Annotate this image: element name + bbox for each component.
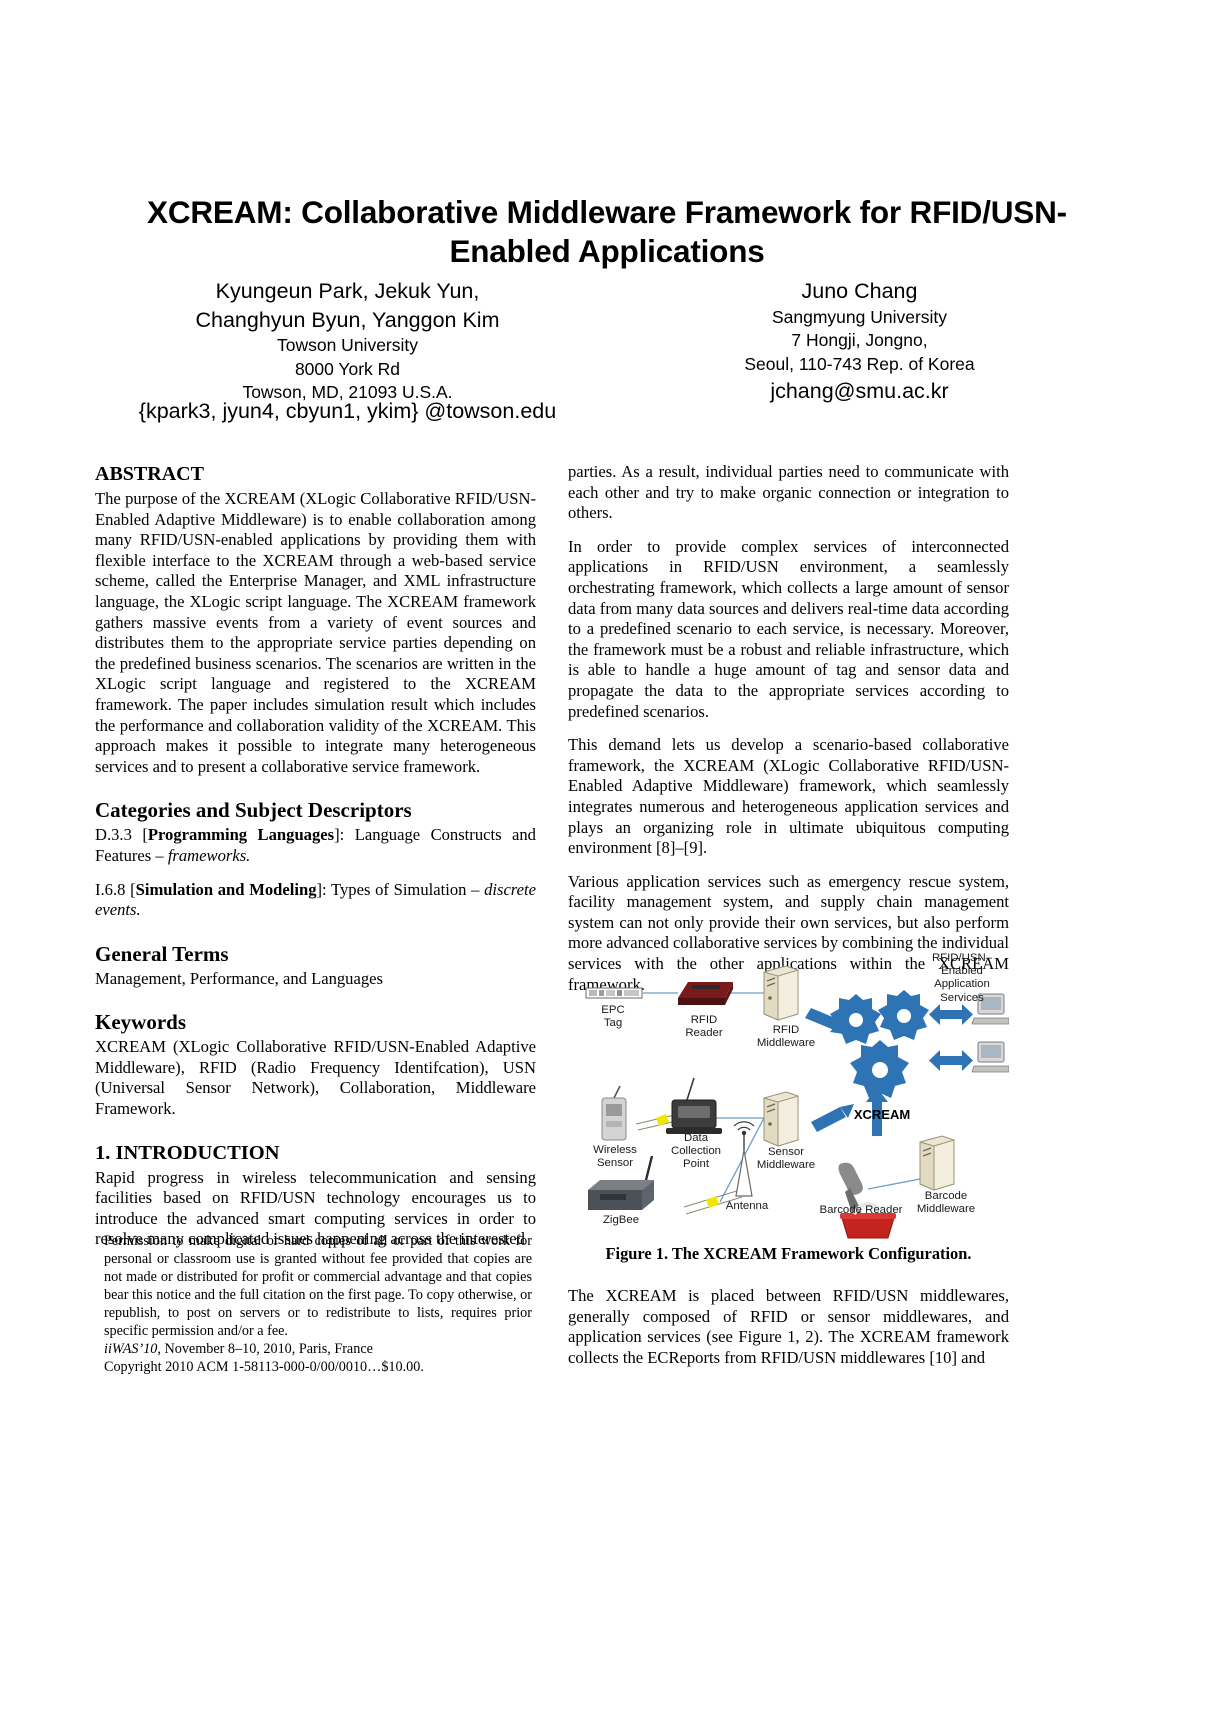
figure-label-application-services: RFID/USN– Enabled Application Services xyxy=(931,952,993,1004)
general-terms-text: Management, Performance, and Languages xyxy=(95,968,383,988)
figure-label-xcream: XCREAM xyxy=(853,1107,911,1122)
author-affiliation-right: Sangmyung University xyxy=(771,306,948,327)
barcode-middleware-server-icon xyxy=(919,1135,955,1191)
title-block: XCREAM: Collaborative Middleware Framewo… xyxy=(95,193,1119,271)
cat2-mid: ]: Types of Simulation – xyxy=(316,879,485,899)
copyright-notice: Permission to make digital or hard copie… xyxy=(104,1232,532,1376)
right-column: parties. As a result, individual parties… xyxy=(568,462,1009,995)
signal-flash-1 xyxy=(656,1114,669,1126)
figure-label-data-collection-point: Data Collection Point xyxy=(670,1132,722,1171)
introduction-para-3: This demand lets us develop a scenario-b… xyxy=(568,735,1009,858)
keywords-text: XCREAM (XLogic Collaborative RFID/USN-En… xyxy=(95,1037,536,1119)
conference-name: iiWAS’10 xyxy=(104,1341,158,1357)
author-email-left: {kpark3, jyun4, cbyun1, ykim} @towson.ed… xyxy=(138,399,557,423)
rfid-reader-icon xyxy=(678,982,733,1005)
figure-label-rfid-middleware: RFID Middleware xyxy=(756,1024,816,1050)
introduction-para-2: In order to provide complex services of … xyxy=(568,536,1009,721)
page-title: XCREAM: Collaborative Middleware Framewo… xyxy=(147,194,1067,269)
figure-label-antenna: Antenna xyxy=(725,1200,769,1212)
figure-label-zigbee: ZigBee xyxy=(602,1214,640,1226)
bidirectional-arrows xyxy=(929,1004,973,1071)
figure-label-barcode-reader: Barcode Reader xyxy=(819,1204,903,1216)
gear-cluster xyxy=(830,990,929,1098)
author-address1-left: 8000 York Rd xyxy=(294,358,401,379)
wireless-sensor-icon xyxy=(601,1085,627,1141)
author-email-right: jchang@smu.ac.kr xyxy=(770,379,949,403)
left-column: ABSTRACT The purpose of the XCREAM (XLog… xyxy=(95,462,536,1250)
author-address1-right: 7 Hongji, Jongno, xyxy=(791,330,928,350)
author-group-left: Kyungeun Park, Jekuk Yun, Changhyun Byun… xyxy=(95,277,600,406)
figure-1: EPC Tag RFID Reader RFID Middleware Wire… xyxy=(568,952,1009,1242)
author-address2-right: Seoul, 110-743 Rep. of Korea xyxy=(744,353,975,374)
sensor-middleware-server-icon xyxy=(763,1091,799,1147)
data-collection-point-icon xyxy=(666,1077,722,1134)
cat1-bold: Programming Languages xyxy=(147,825,335,845)
cat1-prefix: D.3.3 [ xyxy=(95,825,148,845)
cat2-bold: Simulation and Modeling xyxy=(135,879,317,899)
conference-details: , November 8–10, 2010, Paris, France xyxy=(157,1341,373,1357)
categories-entry-1: D.3.3 [Programming Languages]: Language … xyxy=(95,825,536,866)
abstract-text: The purpose of the XCREAM (XLogic Collab… xyxy=(95,489,536,776)
categories-entry-2: I.6.8 [Simulation and Modeling]: Types o… xyxy=(95,880,536,921)
general-terms-heading: General Terms xyxy=(95,941,229,966)
abstract-heading: ABSTRACT xyxy=(95,463,204,485)
categories-heading: Categories and Subject Descriptors xyxy=(95,798,412,823)
introduction-para-1-cont: parties. As a result, individual parties… xyxy=(568,462,1009,523)
rfid-middleware-server-icon xyxy=(763,965,799,1021)
figure-label-rfid-reader: RFID Reader xyxy=(685,1014,723,1040)
gear-icon-1 xyxy=(830,994,881,1044)
cat2-prefix: I.6.8 [ xyxy=(95,879,136,899)
figure-label-barcode-middleware: Barcode Middleware xyxy=(916,1190,976,1216)
figure-label-epc-tag: EPC Tag xyxy=(601,1004,625,1030)
cat1-italic: frameworks. xyxy=(167,845,251,865)
author-names-right: Juno Chang xyxy=(801,279,918,303)
figure-1-caption: Figure 1. The XCREAM Framework Configura… xyxy=(605,1244,972,1263)
author-names-left: Kyungeun Park, Jekuk Yun, Changhyun Byun… xyxy=(195,279,500,332)
authors-row: Kyungeun Park, Jekuk Yun, Changhyun Byun… xyxy=(95,277,1119,406)
figure-label-wireless-sensor: Wireless Sensor xyxy=(593,1144,637,1170)
gear-icon-3 xyxy=(850,1040,909,1098)
author-affiliation-left: Towson University xyxy=(276,335,419,355)
application-service-computer-2 xyxy=(971,1041,1009,1073)
author-group-right: Juno Chang Sangmyung University 7 Hongji… xyxy=(600,277,1119,406)
copyright-line: Copyright 2010 ACM 1-58113-000-0/00/0010… xyxy=(104,1359,424,1375)
paper-page: XCREAM: Collaborative Middleware Framewo… xyxy=(0,0,1214,1719)
copyright-body: Permission to make digital or hard copie… xyxy=(104,1233,532,1339)
figure-label-sensor-middleware: Sensor Middleware xyxy=(756,1146,816,1172)
introduction-heading: 1. INTRODUCTION xyxy=(95,1141,280,1164)
keywords-heading: Keywords xyxy=(95,1010,186,1035)
epc-tag-icon xyxy=(585,987,643,999)
introduction-para-5: The XCREAM is placed between RFID/USN mi… xyxy=(568,1286,1009,1367)
copyright-conference: iiWAS’10, November 8–10, 2010, Paris, Fr… xyxy=(104,1340,532,1358)
